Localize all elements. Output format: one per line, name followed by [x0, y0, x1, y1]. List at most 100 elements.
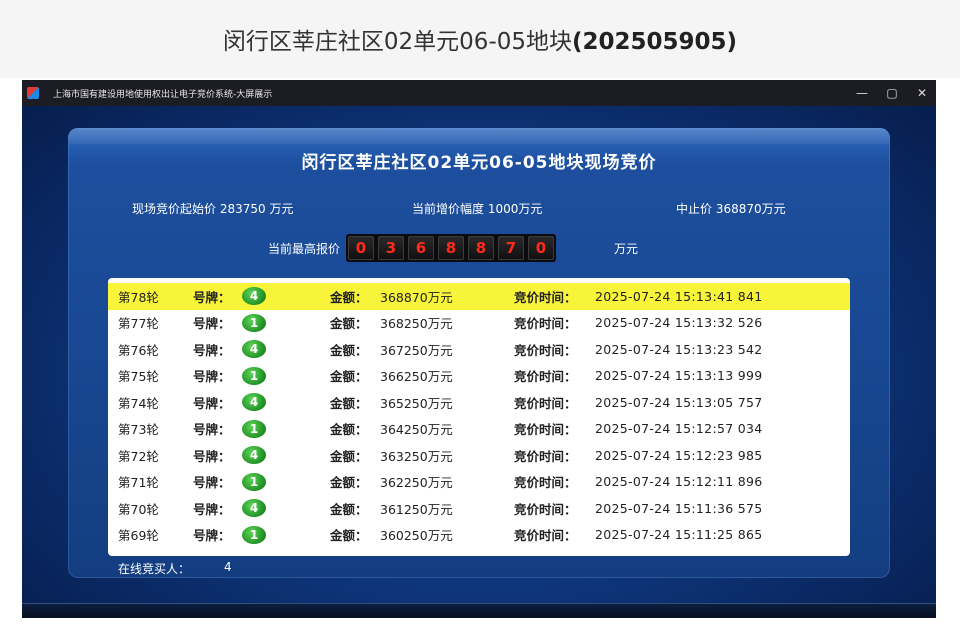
paddle-label: 号牌： [193, 395, 231, 411]
bid-history-table: 第78轮 号牌： 4 金额： 368870万元 竞价时间： 2025-07-24… [108, 278, 850, 556]
time-label: 竞价时间： [514, 342, 577, 358]
bid-amount: 362250万元 [380, 475, 453, 491]
bid-row: 第73轮 号牌： 1 金额： 364250万元 竞价时间： 2025-07-24… [108, 416, 850, 443]
auction-window: 上海市国有建设用地使用权出让电子竞价系统-大屏展示 — ▢ ✕ 闵行区莘庄社区0… [22, 80, 936, 618]
paddle-badge: 4 [242, 446, 266, 464]
time-label: 竞价时间： [514, 316, 577, 332]
bid-row: 第76轮 号牌： 4 金额： 367250万元 竞价时间： 2025-07-24… [108, 336, 850, 363]
amount-label: 金额： [330, 289, 368, 305]
bid-time: 2025-07-24 15:12:23 985 [595, 447, 763, 463]
bid-row: 第77轮 号牌： 1 金额： 368250万元 竞价时间： 2025-07-24… [108, 310, 850, 337]
bid-round: 第72轮 [118, 448, 159, 464]
paddle-label: 号牌： [193, 342, 231, 358]
window-bottom-bar [22, 603, 936, 618]
paddle-badge: 1 [242, 313, 266, 332]
highest-bid-row: 当前最高报价 0 3 6 8 8 7 0 万元 [268, 234, 638, 262]
digit: 3 [378, 236, 405, 260]
paddle-badge: 1 [242, 366, 266, 385]
bid-row: 第74轮 号牌： 4 金额： 365250万元 竞价时间： 2025-07-24… [108, 389, 850, 416]
window-controls: — ▢ ✕ [856, 80, 928, 106]
paddle-label: 号牌： [193, 448, 231, 464]
digit: 7 [498, 236, 525, 260]
bid-amount: 361250万元 [380, 501, 453, 517]
paddle-badge: 4 [242, 340, 266, 358]
digit: 0 [528, 236, 555, 260]
auction-title: 闵行区莘庄社区02单元06-05地块现场竞价 [301, 153, 657, 173]
page-title-prefix: 闵行区莘庄社区02单元06-05地块 [222, 29, 573, 55]
page-title-code: (202505905) [572, 29, 738, 55]
amount-label: 金额： [330, 501, 368, 517]
paddle-badge: 1 [242, 525, 266, 544]
auction-panel: 闵行区莘庄社区02单元06-05地块现场竞价 现场竞价起始价 283750 万元… [68, 128, 890, 578]
paddle-badge: 4 [242, 499, 266, 517]
highest-bid-unit: 万元 [614, 241, 639, 256]
paddle-label: 号牌： [193, 316, 231, 332]
paddle-badge: 1 [242, 419, 266, 438]
bid-round: 第71轮 [118, 475, 159, 491]
bid-amount: 363250万元 [380, 448, 453, 464]
time-label: 竞价时间： [514, 369, 577, 385]
bid-amount: 367250万元 [380, 342, 453, 358]
bid-time: 2025-07-24 15:13:41 841 [595, 288, 763, 304]
bid-time: 2025-07-24 15:13:05 757 [595, 394, 763, 410]
online-bidders-label: 在线竞买人： [118, 562, 191, 576]
amount-label: 金额： [330, 342, 368, 358]
bid-round: 第77轮 [118, 316, 159, 332]
bid-amount: 365250万元 [380, 395, 453, 411]
close-icon[interactable]: ✕ [916, 86, 928, 100]
time-label: 竞价时间： [514, 475, 577, 491]
paddle-badge: 4 [242, 393, 266, 411]
bid-time: 2025-07-24 15:13:23 542 [595, 341, 763, 357]
bid-amount: 366250万元 [380, 369, 453, 385]
bid-time: 2025-07-24 15:13:13 999 [595, 368, 763, 384]
bid-time: 2025-07-24 15:13:32 526 [595, 315, 763, 331]
bid-round: 第78轮 [118, 289, 159, 305]
bid-round: 第76轮 [118, 342, 159, 358]
bid-amount: 368250万元 [380, 316, 453, 332]
window-title: 上海市国有建设用地使用权出让电子竞价系统-大屏展示 [53, 89, 273, 100]
paddle-label: 号牌： [193, 528, 231, 544]
digit: 6 [408, 236, 435, 260]
bid-row: 第70轮 号牌： 4 金额： 361250万元 竞价时间： 2025-07-24… [108, 495, 850, 522]
maximize-icon[interactable]: ▢ [886, 86, 898, 100]
bid-amount: 368870万元 [380, 289, 453, 305]
highest-bid-label: 当前最高报价 [268, 241, 341, 256]
bid-row: 第72轮 号牌： 4 金额： 363250万元 竞价时间： 2025-07-24… [108, 442, 850, 469]
minimize-icon[interactable]: — [856, 86, 868, 100]
digit: 8 [468, 236, 495, 260]
paddle-label: 号牌： [193, 422, 231, 438]
bid-round: 第74轮 [118, 395, 159, 411]
window-titlebar: 上海市国有建设用地使用权出让电子竞价系统-大屏展示 — ▢ ✕ [22, 80, 936, 106]
bid-round: 第75轮 [118, 369, 159, 385]
online-bidders-count: 4 [224, 560, 232, 574]
bid-round: 第73轮 [118, 422, 159, 438]
page-title: 闵行区莘庄社区02单元06-05地块(202505905) [223, 22, 737, 56]
paddle-badge: 1 [242, 472, 266, 491]
paddle-label: 号牌： [193, 369, 231, 385]
bid-time: 2025-07-24 15:12:11 896 [595, 474, 763, 490]
amount-label: 金额： [330, 422, 368, 438]
increment: 当前增价幅度 1000万元 [412, 202, 543, 216]
time-label: 竞价时间： [514, 289, 577, 305]
bid-row: 第71轮 号牌： 1 金额： 362250万元 竞价时间： 2025-07-24… [108, 469, 850, 496]
time-label: 竞价时间： [514, 448, 577, 464]
time-label: 竞价时间： [514, 528, 577, 544]
highest-bid-display: 0 3 6 8 8 7 0 [346, 234, 557, 262]
digit: 8 [438, 236, 465, 260]
time-label: 竞价时间： [514, 395, 577, 411]
bid-time: 2025-07-24 15:12:57 034 [595, 421, 763, 437]
bid-time: 2025-07-24 15:11:25 865 [595, 527, 763, 543]
bid-time: 2025-07-24 15:11:36 575 [595, 500, 763, 516]
bid-row: 第75轮 号牌： 1 金额： 366250万元 竞价时间： 2025-07-24… [108, 363, 850, 390]
time-label: 竞价时间： [514, 501, 577, 517]
bid-row-current: 第78轮 号牌： 4 金额： 368870万元 竞价时间： 2025-07-24… [108, 283, 850, 310]
start-price: 现场竞价起始价 283750 万元 [132, 202, 294, 216]
paddle-label: 号牌： [193, 289, 231, 305]
paddle-badge: 4 [242, 287, 266, 305]
panel-top-band [68, 128, 890, 144]
amount-label: 金额： [330, 316, 368, 332]
amount-label: 金额： [330, 369, 368, 385]
digit: 0 [348, 236, 375, 260]
bid-row: 第69轮 号牌： 1 金额： 360250万元 竞价时间： 2025-07-24… [108, 522, 850, 549]
amount-label: 金额： [330, 475, 368, 491]
